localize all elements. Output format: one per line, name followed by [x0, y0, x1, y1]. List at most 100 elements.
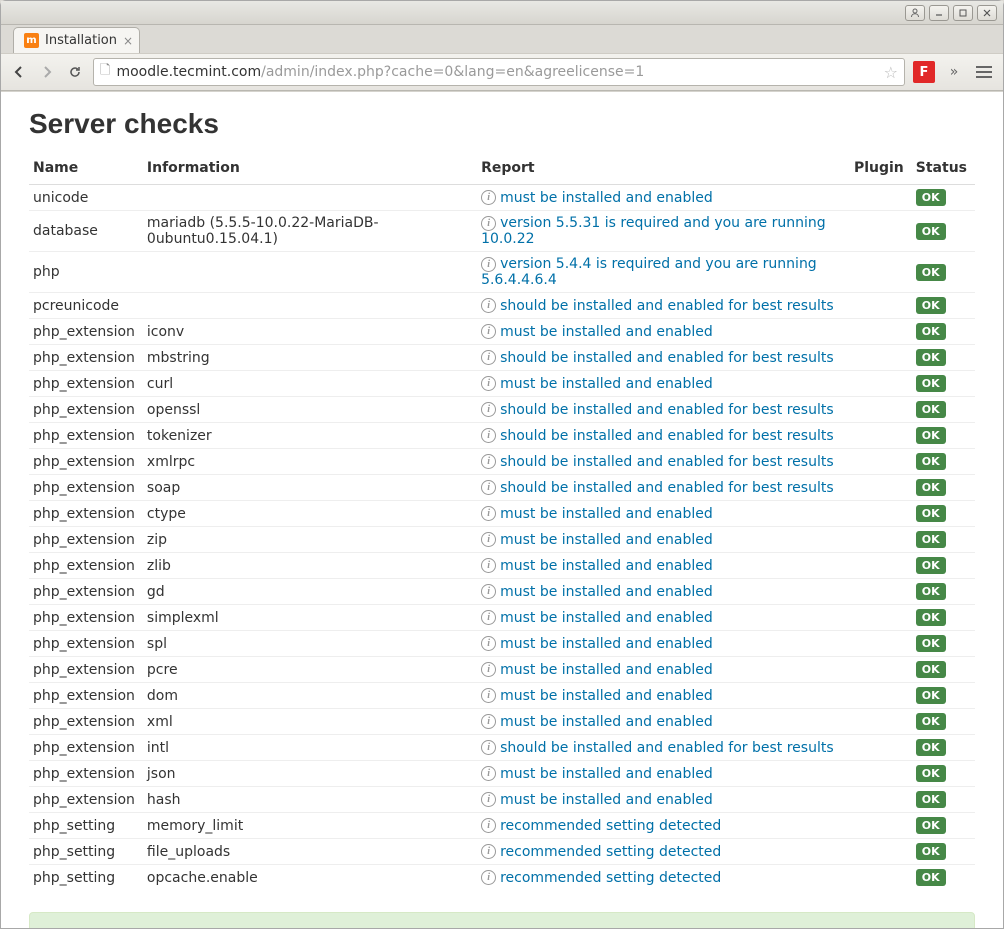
server-checks-table: Name Information Report Plugin Status un… [29, 154, 975, 890]
table-row: php_extensioncurlimust be installed and … [29, 371, 975, 397]
info-icon: i [481, 714, 496, 729]
cell-information: dom [143, 683, 477, 709]
report-link[interactable]: should be installed and enabled for best… [500, 454, 834, 470]
cell-name: php_extension [29, 397, 143, 423]
report-link[interactable]: version 5.5.31 is required and you are r… [481, 215, 826, 247]
cell-plugin [850, 527, 912, 553]
report-link[interactable]: must be installed and enabled [500, 766, 713, 782]
success-alert: Your server environment meets all minimu… [29, 912, 975, 928]
cell-report: imust be installed and enabled [477, 605, 850, 631]
report-link[interactable]: must be installed and enabled [500, 662, 713, 678]
status-badge: OK [916, 869, 946, 886]
status-badge: OK [916, 264, 946, 281]
report-link[interactable]: should be installed and enabled for best… [500, 298, 834, 314]
cell-information: json [143, 761, 477, 787]
status-badge: OK [916, 189, 946, 206]
cell-name: php_extension [29, 475, 143, 501]
cell-name: php_extension [29, 579, 143, 605]
report-link[interactable]: must be installed and enabled [500, 636, 713, 652]
reload-button[interactable] [65, 62, 85, 82]
report-link[interactable]: must be installed and enabled [500, 714, 713, 730]
status-badge: OK [916, 791, 946, 808]
cell-report: i must be installed and enabled [477, 709, 850, 735]
info-icon: i [481, 870, 496, 885]
status-badge: OK [916, 739, 946, 756]
bookmark-star-icon[interactable]: ☆ [884, 63, 898, 82]
report-link[interactable]: must be installed and enabled [500, 532, 713, 548]
window-close-button[interactable] [977, 5, 997, 21]
cell-name: php_extension [29, 709, 143, 735]
browser-toolbar: 🗋 moodle.tecmint.com/admin/index.php?cac… [1, 53, 1003, 91]
table-row: unicodeimust be installed and enabledOK [29, 185, 975, 211]
window-minimize-button[interactable] [929, 5, 949, 21]
cell-status: OK [912, 579, 975, 605]
report-link[interactable]: should be installed and enabled for best… [500, 740, 834, 756]
cell-status: OK [912, 527, 975, 553]
cell-report: i must be installed and enabled [477, 631, 850, 657]
info-icon: i [481, 506, 496, 521]
page-viewport[interactable]: Server checks Name Information Report Pl… [1, 91, 1003, 928]
extensions-overflow-button[interactable]: » [943, 61, 965, 83]
tab-title: Installation [45, 33, 117, 48]
info-icon: i [481, 636, 496, 651]
report-link[interactable]: must be installed and enabled [500, 190, 713, 206]
report-link[interactable]: recommended setting detected [500, 818, 721, 834]
cell-status: OK [912, 553, 975, 579]
cell-plugin [850, 761, 912, 787]
cell-name: database [29, 211, 143, 252]
address-bar[interactable]: 🗋 moodle.tecmint.com/admin/index.php?cac… [93, 58, 905, 86]
report-link[interactable]: must be installed and enabled [500, 610, 713, 626]
report-link[interactable]: must be installed and enabled [500, 688, 713, 704]
window-maximize-button[interactable] [953, 5, 973, 21]
cell-report: iversion 5.5.31 is required and you are … [477, 211, 850, 252]
status-badge: OK [916, 479, 946, 496]
report-link[interactable]: must be installed and enabled [500, 506, 713, 522]
user-icon [910, 8, 920, 18]
report-link[interactable]: must be installed and enabled [500, 584, 713, 600]
cell-information: xml [143, 709, 477, 735]
info-icon: i [481, 792, 496, 807]
cell-information: mariadb (5.5.5-10.0.22-MariaDB-0ubuntu0.… [143, 211, 477, 252]
status-badge: OK [916, 453, 946, 470]
cell-information [143, 185, 477, 211]
report-link[interactable]: must be installed and enabled [500, 792, 713, 808]
cell-report: imust be installed and enabled [477, 319, 850, 345]
report-link[interactable]: must be installed and enabled [500, 558, 713, 574]
report-link[interactable]: version 5.4.4 is required and you are ru… [481, 256, 817, 288]
table-row: php_extensionmbstringishould be installe… [29, 345, 975, 371]
browser-menu-button[interactable] [973, 66, 995, 78]
cell-name: php_extension [29, 605, 143, 631]
report-link[interactable]: must be installed and enabled [500, 324, 713, 340]
tab-close-icon[interactable]: × [123, 34, 133, 48]
cell-plugin [850, 865, 912, 891]
back-button[interactable] [9, 62, 29, 82]
cell-plugin [850, 605, 912, 631]
info-icon: i [481, 584, 496, 599]
browser-tab-active[interactable]: m Installation × [13, 27, 140, 53]
cell-status: OK [912, 293, 975, 319]
forward-button[interactable] [37, 62, 57, 82]
report-link[interactable]: must be installed and enabled [500, 376, 713, 392]
col-information: Information [143, 154, 477, 185]
cell-name: php_extension [29, 423, 143, 449]
cell-status: OK [912, 839, 975, 865]
flipboard-extension-button[interactable]: F [913, 61, 935, 83]
report-link[interactable]: should be installed and enabled for best… [500, 480, 834, 496]
window-user-button[interactable] [905, 5, 925, 21]
cell-report: ishould be installed and enabled for bes… [477, 397, 850, 423]
info-icon: i [481, 844, 496, 859]
cell-name: php_extension [29, 683, 143, 709]
status-badge: OK [916, 427, 946, 444]
report-link[interactable]: recommended setting detected [500, 844, 721, 860]
cell-information: xmlrpc [143, 449, 477, 475]
report-link[interactable]: recommended setting detected [500, 870, 721, 886]
status-badge: OK [916, 583, 946, 600]
info-icon: i [481, 766, 496, 781]
cell-name: unicode [29, 185, 143, 211]
table-row: php_settingfile_uploadsirecommended sett… [29, 839, 975, 865]
cell-plugin [850, 423, 912, 449]
status-badge: OK [916, 505, 946, 522]
report-link[interactable]: should be installed and enabled for best… [500, 402, 834, 418]
report-link[interactable]: should be installed and enabled for best… [500, 428, 834, 444]
report-link[interactable]: should be installed and enabled for best… [500, 350, 834, 366]
